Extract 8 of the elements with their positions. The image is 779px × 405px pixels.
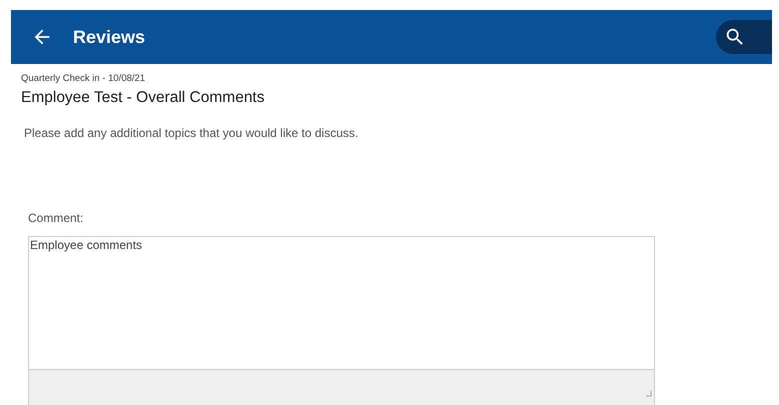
- review-heading: Employee Test - Overall Comments: [21, 89, 266, 107]
- page-title: Reviews: [73, 26, 146, 48]
- review-subtitle: Quarterly Check in - 10/08/21: [21, 73, 146, 84]
- instructions-text: Please add any additional topics that you would like to discuss.: [24, 126, 360, 140]
- search-button[interactable]: [716, 20, 772, 54]
- comment-field[interactable]: Employee comments: [28, 236, 655, 405]
- comment-label: Comment:: [28, 211, 84, 225]
- resize-grip-icon[interactable]: [645, 390, 652, 397]
